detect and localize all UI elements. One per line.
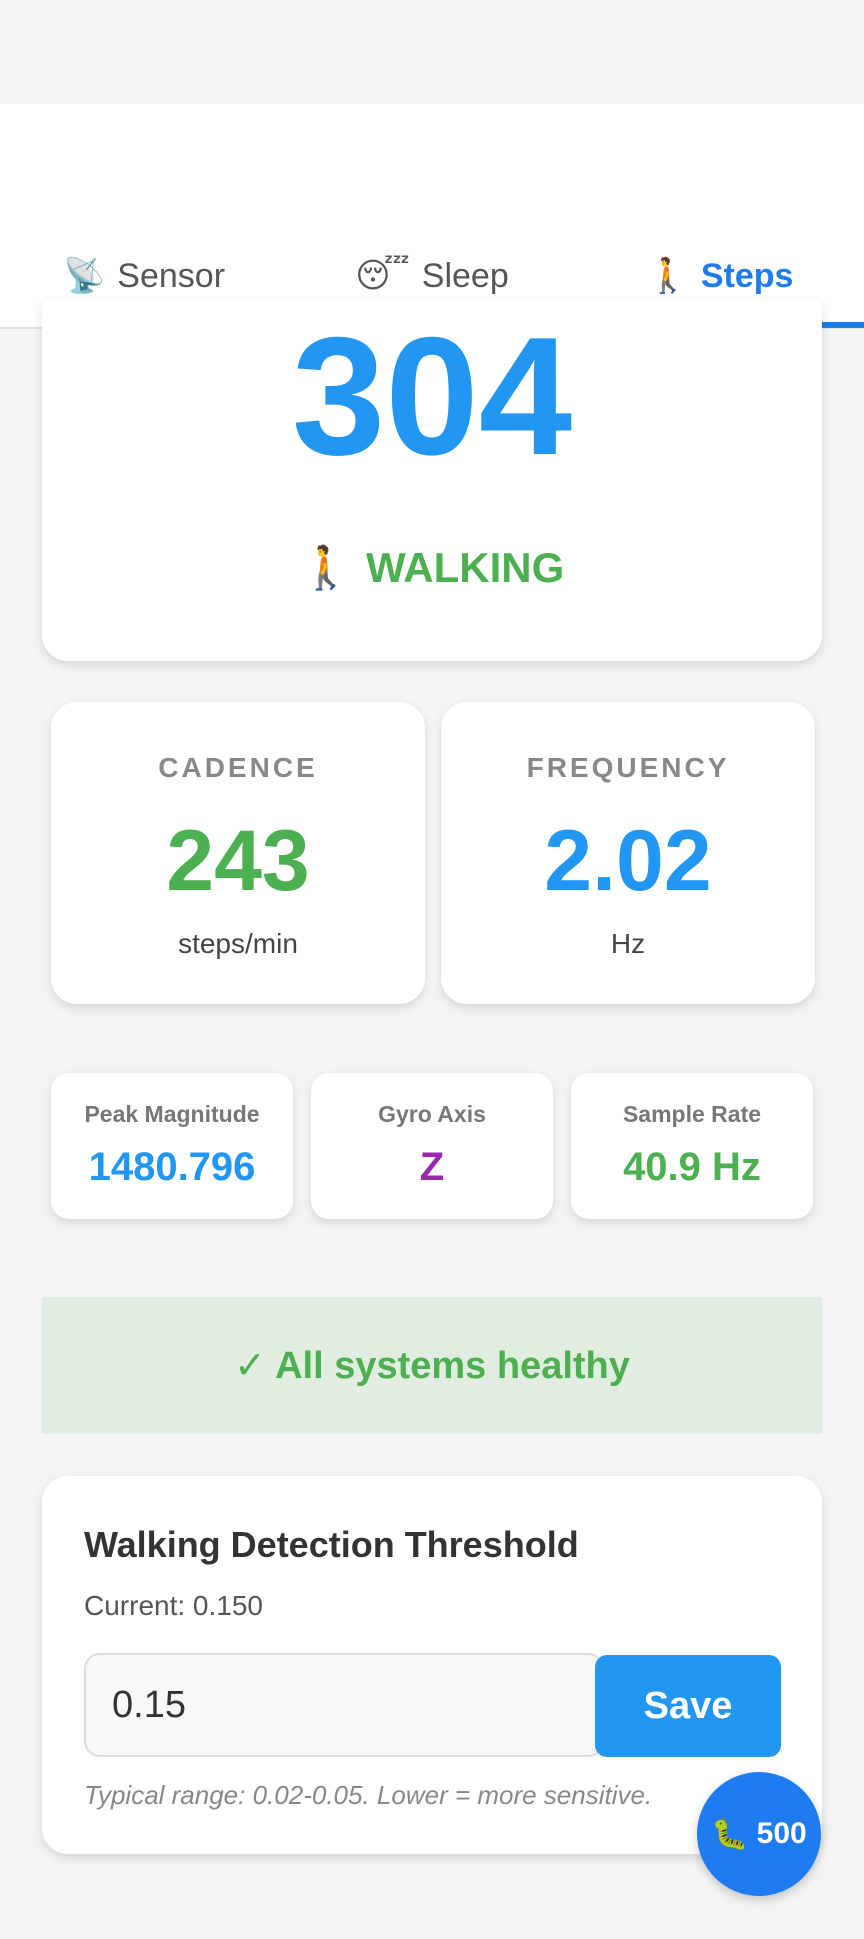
frequency-value: 2.02 (544, 813, 712, 909)
cadence-card: CADENCE 243 steps/min (51, 702, 425, 1004)
frequency-card: FREQUENCY 2.02 Hz (441, 702, 815, 1004)
debug-count: 500 (756, 1817, 807, 1850)
satellite-dish-icon: 📡 (62, 257, 106, 295)
walking-person-icon: 🚶 (299, 544, 352, 591)
gyro-axis-label: Gyro Axis (378, 1101, 486, 1127)
tab-label: Steps (700, 256, 794, 295)
frequency-unit: Hz (610, 928, 646, 959)
walking-person-icon: 🚶 (646, 257, 689, 295)
cadence-value: 243 (166, 813, 310, 909)
peak-magnitude-card: Peak Magnitude 1480.796 (51, 1073, 293, 1219)
sample-rate-card: Sample Rate 40.9 Hz (571, 1073, 813, 1219)
status-bar-area (0, 0, 864, 104)
bug-icon: 🐛 (711, 1817, 749, 1851)
sample-rate-label: Sample Rate (622, 1101, 762, 1127)
tab-label: Sleep (421, 256, 509, 295)
activity-state: 🚶 WALKING (42, 544, 822, 593)
health-status-banner: ✓ All systems healthy (42, 1297, 822, 1434)
sample-rate-value: 40.9 Hz (623, 1145, 761, 1189)
activity-state-label: WALKING (365, 544, 565, 591)
threshold-settings-card: Walking Detection Threshold Current: 0.1… (42, 1476, 822, 1854)
threshold-title: Walking Detection Threshold (84, 1524, 579, 1565)
step-count-card: 304 🚶 WALKING (42, 300, 822, 661)
cadence-label: CADENCE (158, 752, 318, 783)
step-count: 304 (291, 302, 573, 490)
sleeping-face-icon: 😴 (355, 257, 410, 295)
tab-label: Sensor (117, 256, 226, 295)
debug-fab-button[interactable]: 🐛 500 (697, 1772, 821, 1896)
threshold-input[interactable] (84, 1653, 604, 1757)
gyro-axis-card: Gyro Axis Z (311, 1073, 553, 1219)
peak-magnitude-value: 1480.796 (88, 1145, 256, 1189)
frequency-label: FREQUENCY (526, 752, 730, 783)
save-button[interactable]: Save (595, 1655, 781, 1757)
peak-magnitude-label: Peak Magnitude (84, 1101, 260, 1127)
gyro-axis-value: Z (419, 1145, 445, 1189)
threshold-current: Current: 0.150 (84, 1590, 263, 1621)
health-status-text: ✓ All systems healthy (234, 1345, 630, 1387)
cadence-unit: steps/min (178, 928, 298, 959)
threshold-hint: Typical range: 0.02-0.05. Lower = more s… (84, 1780, 653, 1810)
